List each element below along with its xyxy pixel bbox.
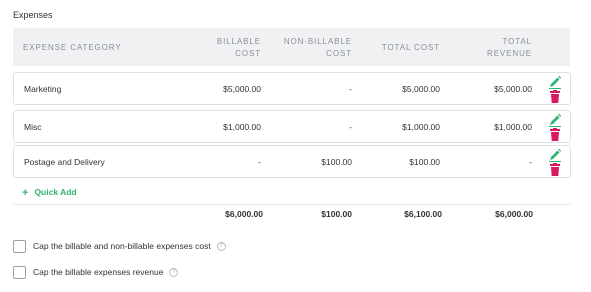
- row-billable-cost: -: [258, 157, 261, 167]
- trash-icon[interactable]: [548, 128, 562, 141]
- cap-revenue-label: Cap the billable expenses revenue: [33, 267, 164, 277]
- expense-row: Marketing $5,000.00 - $5,000.00 $5,000.0…: [13, 72, 571, 105]
- row-total-revenue: -: [529, 157, 532, 167]
- quick-add-label: Quick Add: [34, 187, 77, 197]
- help-circle-icon[interactable]: ?: [216, 241, 226, 251]
- table-header: EXPENSE CATEGORY BILLABLE COST NON-BILLA…: [13, 28, 570, 66]
- pencil-icon[interactable]: [548, 114, 562, 127]
- row-category: Marketing: [24, 84, 62, 94]
- header-billable-line1: BILLABLE: [216, 37, 261, 46]
- totals-divider: [13, 204, 571, 205]
- row-billable-cost: $1,000.00: [223, 122, 261, 132]
- row-actions: [548, 149, 562, 176]
- total-nonbillable-cost: $100.00: [321, 209, 352, 219]
- row-billable-cost: $5,000.00: [223, 84, 261, 94]
- header-nonbillable-line1: NON-BILLABLE: [283, 37, 352, 46]
- row-actions: [548, 114, 562, 141]
- pencil-icon[interactable]: [548, 149, 562, 162]
- trash-icon[interactable]: [548, 163, 562, 176]
- row-category: Postage and Delivery: [24, 157, 105, 167]
- total-cost: $6,100.00: [404, 209, 442, 219]
- header-nonbillable-cost: NON-BILLABLE COST: [284, 36, 352, 60]
- row-nonbillable-cost: -: [349, 122, 352, 132]
- plus-icon: +: [22, 187, 29, 199]
- cap-cost-checkbox[interactable]: [13, 239, 26, 253]
- row-actions: [548, 76, 562, 103]
- header-billable-line2: COST: [235, 49, 261, 58]
- header-billable-cost: BILLABLE COST: [217, 36, 261, 60]
- cap-cost-option: Cap the billable and non-billable expens…: [13, 239, 226, 253]
- cap-revenue-checkbox[interactable]: [13, 265, 26, 279]
- header-revenue-line1: TOTAL: [502, 37, 532, 46]
- quick-add-button[interactable]: + Quick Add: [22, 186, 77, 199]
- row-total-cost: $5,000.00: [402, 84, 440, 94]
- row-nonbillable-cost: -: [349, 84, 352, 94]
- row-total-revenue: $1,000.00: [494, 122, 532, 132]
- header-nonbillable-line2: COST: [326, 49, 352, 58]
- expense-row: Misc $1,000.00 - $1,000.00 $1,000.00: [13, 110, 571, 143]
- cap-cost-label: Cap the billable and non-billable expens…: [33, 241, 211, 251]
- row-nonbillable-cost: $100.00: [321, 157, 352, 167]
- header-total-revenue: TOTAL REVENUE: [487, 36, 532, 60]
- header-revenue-line2: REVENUE: [487, 49, 532, 58]
- row-total-cost: $1,000.00: [402, 122, 440, 132]
- row-category: Misc: [24, 122, 42, 132]
- total-billable-cost: $6,000.00: [225, 209, 263, 219]
- help-circle-icon[interactable]: ?: [169, 267, 179, 277]
- header-total-cost: TOTAL COST: [381, 43, 440, 52]
- expense-row: Postage and Delivery - $100.00 $100.00 -: [13, 145, 571, 178]
- header-expense-category: EXPENSE CATEGORY: [23, 43, 122, 52]
- row-total-revenue: $5,000.00: [494, 84, 532, 94]
- cap-revenue-option: Cap the billable expenses revenue ?: [13, 265, 179, 279]
- pencil-icon[interactable]: [548, 76, 562, 89]
- total-revenue: $6,000.00: [495, 209, 533, 219]
- section-title: Expenses: [13, 10, 53, 20]
- row-total-cost: $100.00: [409, 157, 440, 167]
- trash-icon[interactable]: [548, 90, 562, 103]
